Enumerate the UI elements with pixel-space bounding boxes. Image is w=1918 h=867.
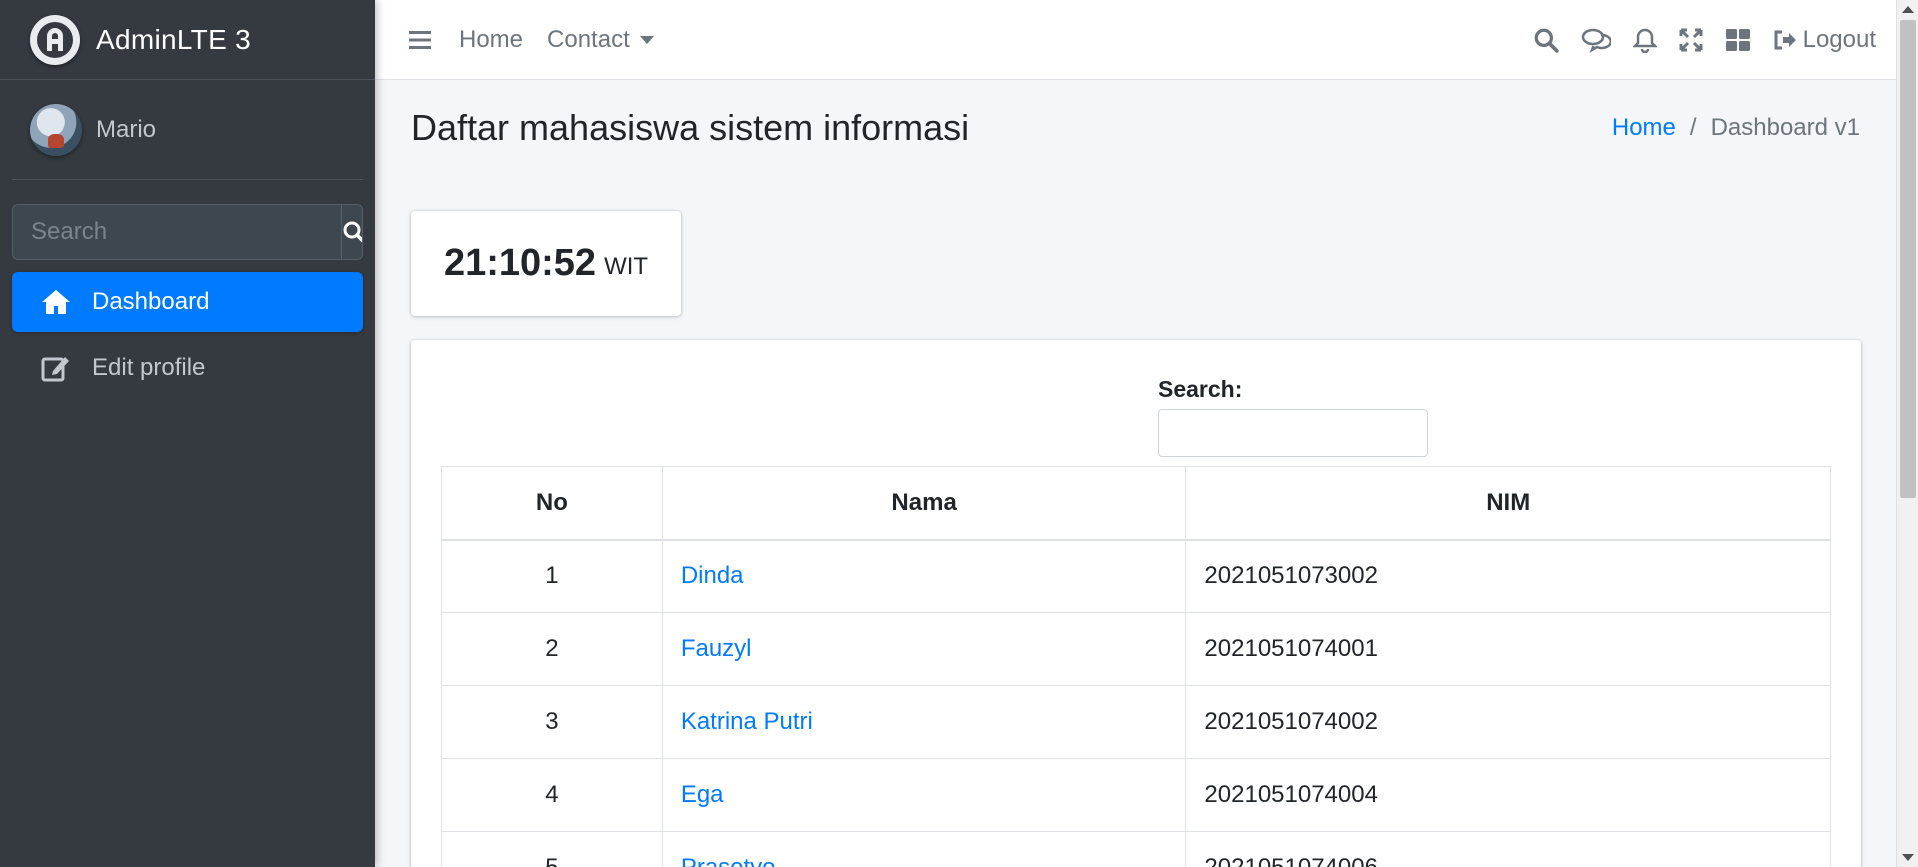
table-header-row: No Nama NIM: [441, 466, 1831, 541]
table-search-label: Search:: [1158, 376, 1243, 402]
cell-nim: 2021051074006: [1185, 831, 1831, 867]
search-icon[interactable]: [1533, 27, 1559, 53]
clock-time: 21:10:52: [443, 242, 597, 284]
sidebar-item-dashboard[interactable]: Dashboard: [12, 272, 363, 332]
search-icon: [343, 221, 362, 243]
apps-grid-icon[interactable]: [1725, 28, 1751, 52]
logout-label: Logout: [1802, 25, 1876, 53]
navbar-right-tools: Logout: [1511, 26, 1896, 54]
cell-no: 4: [441, 758, 663, 832]
sidebar-item-edit-profile[interactable]: Edit profile: [12, 338, 363, 398]
column-header-nama[interactable]: Nama: [661, 466, 1187, 541]
table-row: 1 Dinda 2021051073002: [441, 539, 1831, 613]
sign-out-icon: [1774, 30, 1796, 49]
sidebar-search: [12, 204, 363, 260]
student-name-link[interactable]: Dinda: [681, 562, 744, 589]
sidebar-item-label: Dashboard: [92, 288, 210, 315]
student-name-link[interactable]: Katrina Putri: [681, 708, 813, 735]
sidebar-search-input[interactable]: [13, 205, 341, 259]
nav-link-contact-dropdown[interactable]: Contact: [547, 26, 654, 54]
student-name-link[interactable]: Fauzyl: [681, 635, 752, 662]
breadcrumb-separator: /: [1689, 114, 1697, 141]
comments-icon[interactable]: [1581, 27, 1611, 53]
breadcrumb-home-link[interactable]: Home: [1612, 114, 1676, 142]
top-navbar: Home Contact Logout: [375, 0, 1896, 80]
cell-nim: 2021051074001: [1185, 612, 1831, 686]
clock-timezone: WIT: [604, 252, 649, 280]
breadcrumb-current: Dashboard v1: [1710, 114, 1860, 141]
brand-text: AdminLTE 3: [96, 23, 251, 55]
cell-no: 1: [441, 539, 663, 613]
cell-nim: 2021051073002: [1185, 539, 1831, 613]
cell-no: 2: [441, 612, 663, 686]
scroll-down-arrow-icon[interactable]: [1902, 854, 1914, 861]
edit-icon: [40, 352, 72, 384]
logout-button[interactable]: Logout: [1773, 26, 1876, 54]
table-row: 5 Prasetyo 2021051074006: [441, 831, 1831, 867]
page-scrollbar[interactable]: [1896, 0, 1918, 867]
user-name[interactable]: Mario: [96, 116, 156, 144]
students-table-card: Search: No Nama NIM 1 Dinda 202105107300…: [411, 340, 1861, 867]
table-row: 3 Katrina Putri 2021051074002: [441, 685, 1831, 759]
scroll-up-arrow-icon[interactable]: [1902, 6, 1914, 13]
chevron-down-icon: [639, 35, 654, 44]
sidebar: AdminLTE 3 Mario Dashboard Edit pr: [0, 0, 375, 867]
clock-card: 21:10:52 WIT: [411, 211, 681, 316]
user-panel[interactable]: Mario: [12, 80, 363, 180]
fullscreen-icon[interactable]: [1679, 28, 1703, 52]
scrollbar-thumb[interactable]: [1900, 20, 1916, 498]
sidebar-item-label: Edit profile: [92, 354, 206, 381]
column-header-no[interactable]: No: [441, 466, 663, 541]
table-row: 4 Ega 2021051074004: [441, 758, 1831, 832]
bell-icon[interactable]: [1632, 27, 1657, 53]
cell-no: 5: [441, 831, 663, 867]
breadcrumb: Home / Dashboard v1: [1612, 114, 1860, 142]
page-title: Daftar mahasiswa sistem informasi: [411, 107, 970, 148]
table-search: Search:: [1158, 376, 1428, 457]
content-wrapper: Daftar mahasiswa sistem informasi Home /…: [375, 80, 1896, 867]
sidebar-search-button[interactable]: [341, 205, 362, 259]
student-name-link[interactable]: Prasetyo: [681, 854, 776, 867]
nav-link-contact-label: Contact: [547, 25, 630, 53]
cell-nim: 2021051074004: [1185, 758, 1831, 832]
adminlte-logo-icon: [30, 14, 80, 65]
cell-nim: 2021051074002: [1185, 685, 1831, 759]
table-search-input[interactable]: [1158, 409, 1428, 457]
nav-link-home[interactable]: Home: [459, 26, 523, 54]
table-row: 2 Fauzyl 2021051074001: [441, 612, 1831, 686]
column-header-nim[interactable]: NIM: [1185, 466, 1831, 541]
hamburger-menu-icon[interactable]: [409, 30, 431, 50]
brand-link[interactable]: AdminLTE 3: [0, 0, 375, 80]
home-icon: [40, 286, 72, 318]
avatar: [30, 103, 82, 156]
student-name-link[interactable]: Ega: [681, 781, 724, 808]
cell-no: 3: [441, 685, 663, 759]
content-header: Daftar mahasiswa sistem informasi Home /…: [375, 80, 1896, 176]
students-table: No Nama NIM 1 Dinda 2021051073002 2 Fauz…: [441, 466, 1831, 867]
